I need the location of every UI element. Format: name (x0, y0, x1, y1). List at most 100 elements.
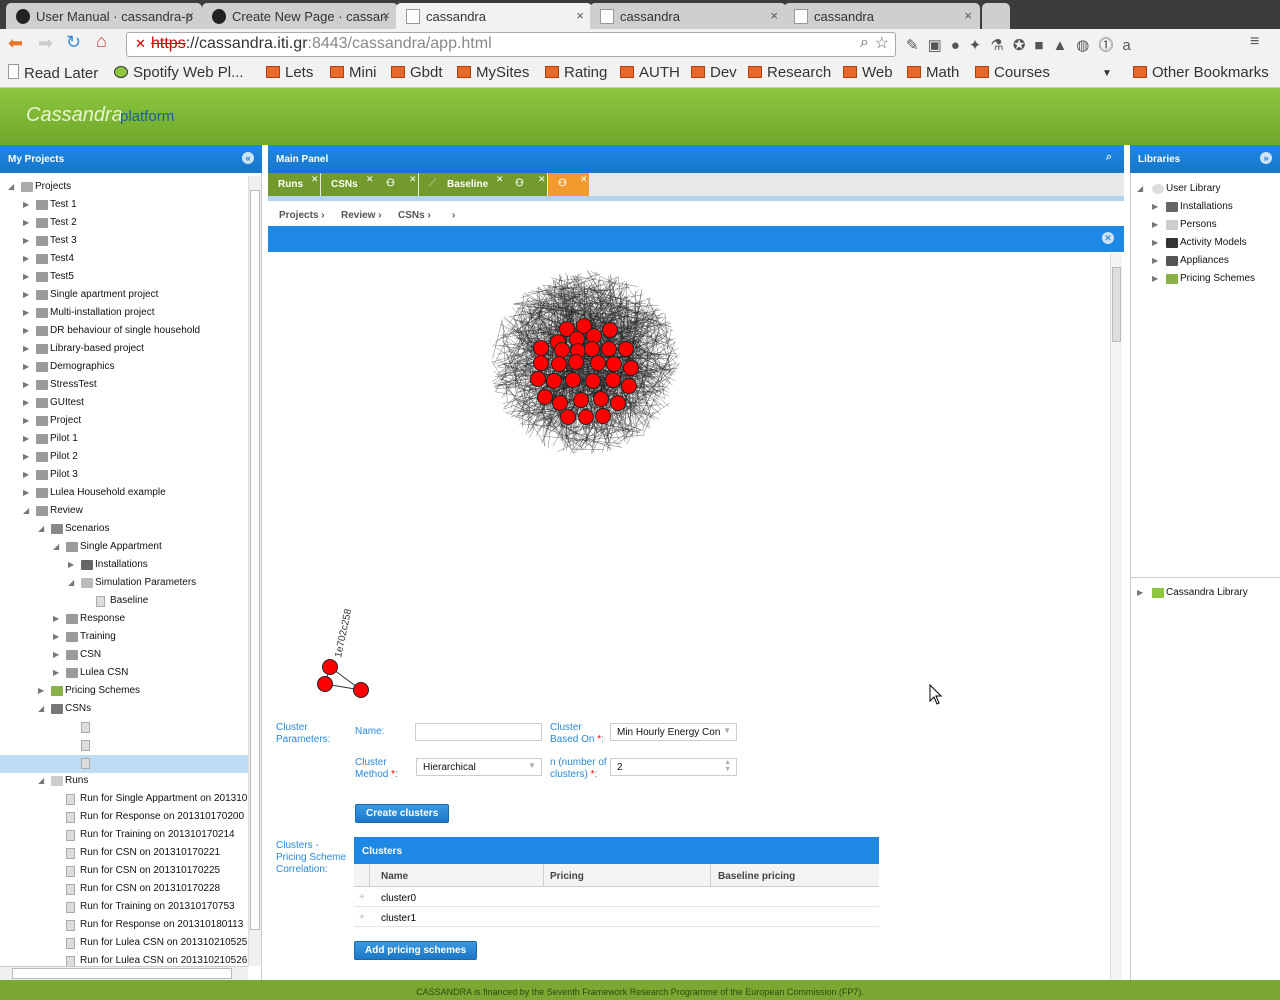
tree-node[interactable] (0, 719, 248, 737)
expand-arrow-icon[interactable]: ▶ (23, 434, 29, 443)
address-bar[interactable]: ✕ https://cassandra.iti.gr:8443/cassandr… (126, 32, 896, 57)
tree-horizontal-scrollbar[interactable] (0, 966, 248, 980)
csn-graph[interactable]: 1e702c258 (268, 253, 1110, 713)
bookmark-star-icon[interactable]: ☆ (875, 33, 889, 53)
other-bookmarks[interactable]: Other Bookmarks (1133, 64, 1269, 81)
tree-node[interactable] (0, 755, 248, 773)
graph-node[interactable] (560, 409, 576, 425)
tree-node[interactable]: Run for Response on 201310180113 (0, 917, 248, 935)
graph-node[interactable] (565, 372, 581, 388)
graph-node[interactable] (533, 355, 549, 371)
tree-node[interactable]: ◢ Simulation Parameters (0, 575, 248, 593)
bookmark-item[interactable]: AUTH (620, 64, 680, 81)
close-icon[interactable]: ✕ (409, 174, 417, 185)
graph-node[interactable] (621, 378, 637, 394)
graph-node[interactable] (605, 372, 621, 388)
graph-node[interactable] (530, 371, 546, 387)
tree-node[interactable] (0, 737, 248, 755)
graph-node[interactable] (537, 389, 553, 405)
tree-node[interactable]: ▶ CSN (0, 647, 248, 665)
tree-node[interactable]: ◢ Runs (0, 773, 248, 791)
collapse-arrow-icon[interactable]: ◢ (53, 542, 59, 551)
expand-arrow-icon[interactable]: ▶ (23, 398, 29, 407)
new-tab-button[interactable] (982, 3, 1010, 29)
graph-node[interactable] (584, 341, 600, 357)
table-row[interactable]: + cluster1 (354, 907, 879, 927)
breadcrumb-current[interactable]: › (452, 210, 455, 221)
close-tab-icon[interactable]: × (382, 8, 390, 23)
bookmark-item[interactable]: Courses (975, 64, 1050, 81)
tree-node[interactable]: ▶ Lulea Household example (0, 485, 248, 503)
tree-node[interactable]: ◢ Review (0, 503, 248, 521)
tree-node[interactable]: ▶ Library-based project (0, 341, 248, 359)
add-pricing-schemes-button[interactable]: Add pricing schemes (354, 941, 478, 960)
graph-node[interactable] (551, 356, 567, 372)
collapse-arrow-icon[interactable]: ◢ (8, 182, 14, 191)
bookmark-item[interactable]: Gbdt (391, 64, 443, 81)
expand-icon[interactable]: + (359, 892, 365, 903)
tree-node[interactable]: ◢ CSNs (0, 701, 248, 719)
tree-node[interactable]: ▶ StressTest (0, 377, 248, 395)
expand-arrow-icon[interactable]: ▶ (38, 686, 44, 695)
graph-node[interactable] (554, 342, 570, 358)
browser-tab-active[interactable]: cassandra × (396, 3, 592, 29)
expand-arrow-icon[interactable]: ▶ (23, 200, 29, 209)
expand-arrow-icon[interactable]: ▶ (23, 416, 29, 425)
table-row[interactable]: + cluster0 (354, 887, 879, 907)
graph-node[interactable] (590, 355, 606, 371)
bookmark-item[interactable]: Mini (330, 64, 377, 81)
tree-node[interactable]: Run for Response on 201310170200 (0, 809, 248, 827)
bookmark-item[interactable]: Web (843, 64, 893, 81)
breadcrumb-review[interactable]: Review › (341, 210, 382, 221)
collapse-arrow-icon[interactable]: ◢ (23, 506, 29, 515)
browser-tab[interactable]: User Manual · cassandra-p × (6, 3, 202, 29)
column-baseline-pricing[interactable]: Baseline pricing (718, 871, 795, 882)
graph-node[interactable] (602, 322, 618, 338)
search-icon[interactable]: ⌕ (1106, 151, 1112, 164)
tree-node[interactable]: ◢ Projects (0, 179, 248, 197)
back-icon[interactable]: ⬅ (8, 33, 23, 54)
tree-node[interactable]: ▶ Test 1 (0, 197, 248, 215)
cluster-name-input[interactable] (415, 723, 542, 741)
forward-icon[interactable]: ➡ (38, 33, 53, 54)
tree-node[interactable]: ▶ Response (0, 611, 248, 629)
tree-vertical-scrollbar[interactable] (248, 176, 261, 966)
expand-arrow-icon[interactable]: ▶ (23, 344, 29, 353)
expand-arrow-icon[interactable]: ▶ (23, 452, 29, 461)
close-icon[interactable]: ✕ (496, 174, 504, 185)
bookmark-item[interactable]: Read Later (8, 64, 98, 82)
expand-arrow-icon[interactable]: ◢ (1137, 184, 1143, 193)
tab-baseline[interactable]: ⟋ Baseline ✕ ⚇ ✕ (419, 173, 547, 196)
expand-arrow-icon[interactable]: ▶ (23, 254, 29, 263)
graph-node[interactable] (578, 409, 594, 425)
graph-node[interactable] (585, 373, 601, 389)
tree-node[interactable]: ◢ Scenarios (0, 521, 248, 539)
cluster-method-select[interactable]: Hierarchical ▼ (416, 758, 542, 776)
expand-arrow-icon[interactable]: ▶ (23, 308, 29, 317)
tree-node[interactable]: ◢ Single Appartment (0, 539, 248, 557)
collapse-arrow-icon[interactable]: ◢ (38, 776, 44, 785)
graph-node[interactable] (573, 392, 589, 408)
expand-arrow-icon[interactable]: ▶ (23, 218, 29, 227)
expand-arrow-icon[interactable]: ▶ (23, 326, 29, 335)
extension-icons[interactable]: ✎▣●✦⚗✪■▲◍⓵a (906, 34, 1140, 55)
stepper-arrows-icon[interactable]: ▲ ▼ (724, 759, 731, 773)
expand-arrow-icon[interactable]: ▶ (1152, 220, 1158, 229)
close-icon[interactable]: ✕ (1102, 232, 1114, 244)
tab-csns[interactable]: CSNs ✕ ⚇ ✕ (321, 173, 418, 196)
collapse-arrow-icon[interactable]: ◢ (38, 524, 44, 533)
browser-tab[interactable]: cassandra × (590, 3, 786, 29)
collapse-arrow-icon[interactable]: ◢ (38, 704, 44, 713)
bookmark-item[interactable]: Research (748, 64, 831, 81)
expand-arrow-icon[interactable]: ▶ (1152, 274, 1158, 283)
cluster-based-on-select[interactable]: Min Hourly Energy Con ▼ (610, 723, 737, 741)
expand-arrow-icon[interactable]: ▶ (53, 650, 59, 659)
tab-runs[interactable]: Runs ✕ (268, 173, 320, 196)
expand-arrow-icon[interactable]: ▶ (23, 470, 29, 479)
close-icon[interactable]: ✕ (580, 174, 588, 185)
expand-arrow-icon[interactable]: ▶ (23, 272, 29, 281)
graph-node[interactable] (568, 354, 584, 370)
bookmark-item[interactable]: Spotify Web Pl... (114, 64, 244, 81)
expand-arrow-icon[interactable]: ▶ (23, 236, 29, 245)
close-tab-icon[interactable]: × (576, 8, 584, 23)
